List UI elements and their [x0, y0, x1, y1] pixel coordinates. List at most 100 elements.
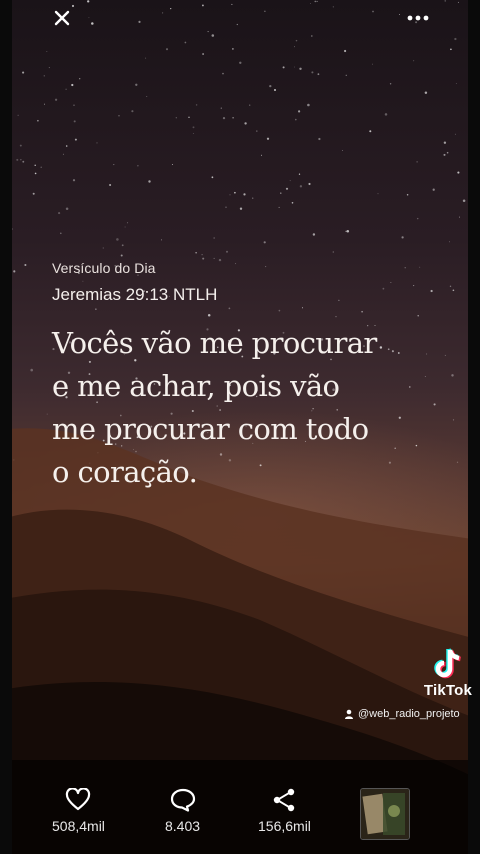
star: [213, 237, 215, 239]
star: [82, 280, 84, 282]
star: [211, 34, 215, 37]
star: [371, 63, 374, 65]
star: [16, 158, 19, 161]
star: [449, 285, 452, 287]
star: [207, 31, 209, 33]
star: [207, 313, 211, 317]
comment-button[interactable]: 8.403: [165, 788, 200, 834]
star: [256, 130, 258, 132]
star: [79, 78, 81, 80]
star: [266, 137, 270, 140]
star: [171, 164, 173, 165]
star: [449, 241, 450, 243]
star: [195, 252, 197, 254]
star: [338, 299, 340, 302]
star: [202, 257, 205, 260]
star: [452, 289, 455, 292]
star: [384, 113, 388, 116]
star: [124, 226, 126, 228]
star: [96, 142, 98, 144]
comment-icon: [170, 788, 195, 812]
star: [54, 98, 58, 101]
username-text: @web_radio_projeto: [358, 708, 460, 720]
star: [102, 247, 104, 249]
star: [34, 164, 36, 167]
star: [116, 238, 119, 241]
star: [345, 74, 347, 76]
star: [73, 120, 76, 123]
star: [88, 17, 90, 19]
star: [458, 216, 460, 218]
star: [278, 309, 281, 312]
star: [406, 193, 409, 196]
star: [332, 251, 334, 253]
star: [369, 130, 372, 133]
star: [361, 310, 363, 313]
verse-text: Vocês vão me procurar e me achar, pois v…: [52, 326, 377, 489]
star: [175, 117, 177, 119]
star: [457, 171, 460, 174]
star: [278, 206, 280, 208]
more-options-button[interactable]: [403, 6, 433, 30]
close-button[interactable]: [50, 6, 74, 30]
share-icon: [274, 788, 295, 812]
star: [231, 3, 233, 5]
star: [299, 67, 302, 71]
share-button[interactable]: 156,6mil: [258, 788, 311, 834]
star: [137, 165, 139, 167]
star: [311, 71, 314, 74]
sound-thumbnail[interactable]: [360, 788, 410, 840]
verse-reference: Jeremias 29:13 NTLH: [52, 285, 218, 304]
star: [310, 35, 313, 37]
star: [20, 159, 22, 161]
star: [416, 161, 418, 163]
star: [161, 239, 162, 241]
like-button[interactable]: 508,4mil: [52, 788, 105, 834]
star: [401, 236, 404, 239]
star: [264, 10, 266, 12]
star: [232, 48, 234, 50]
star: [232, 117, 234, 119]
star: [390, 281, 392, 283]
star: [162, 12, 164, 14]
tiktok-username: @web_radio_projeto: [344, 708, 460, 720]
star: [291, 201, 294, 204]
star: [446, 151, 449, 154]
star: [344, 49, 347, 53]
star: [295, 118, 297, 121]
star: [91, 22, 94, 25]
star: [452, 419, 455, 421]
star: [202, 53, 205, 55]
more-horizontal-icon: [407, 15, 429, 21]
star: [184, 41, 187, 44]
star: [234, 191, 236, 194]
star: [120, 254, 123, 257]
star: [58, 212, 61, 215]
star: [462, 199, 466, 203]
star: [22, 71, 25, 74]
star: [71, 83, 74, 87]
star: [19, 144, 22, 147]
star: [229, 194, 231, 196]
star: [417, 315, 419, 317]
star: [62, 153, 64, 155]
star: [316, 0, 318, 2]
star: [419, 266, 421, 268]
star: [332, 6, 334, 8]
comment-count: 8.403: [165, 818, 201, 834]
star: [195, 104, 198, 106]
close-icon: [54, 10, 70, 26]
star: [456, 461, 459, 463]
star: [301, 307, 304, 309]
star: [289, 180, 291, 182]
star: [24, 263, 27, 267]
star: [260, 154, 263, 156]
star: [73, 104, 75, 107]
star: [236, 23, 238, 26]
star: [318, 137, 321, 141]
star: [131, 110, 134, 113]
star: [307, 103, 310, 107]
star: [146, 96, 148, 98]
star: [22, 160, 25, 163]
star: [222, 72, 224, 75]
